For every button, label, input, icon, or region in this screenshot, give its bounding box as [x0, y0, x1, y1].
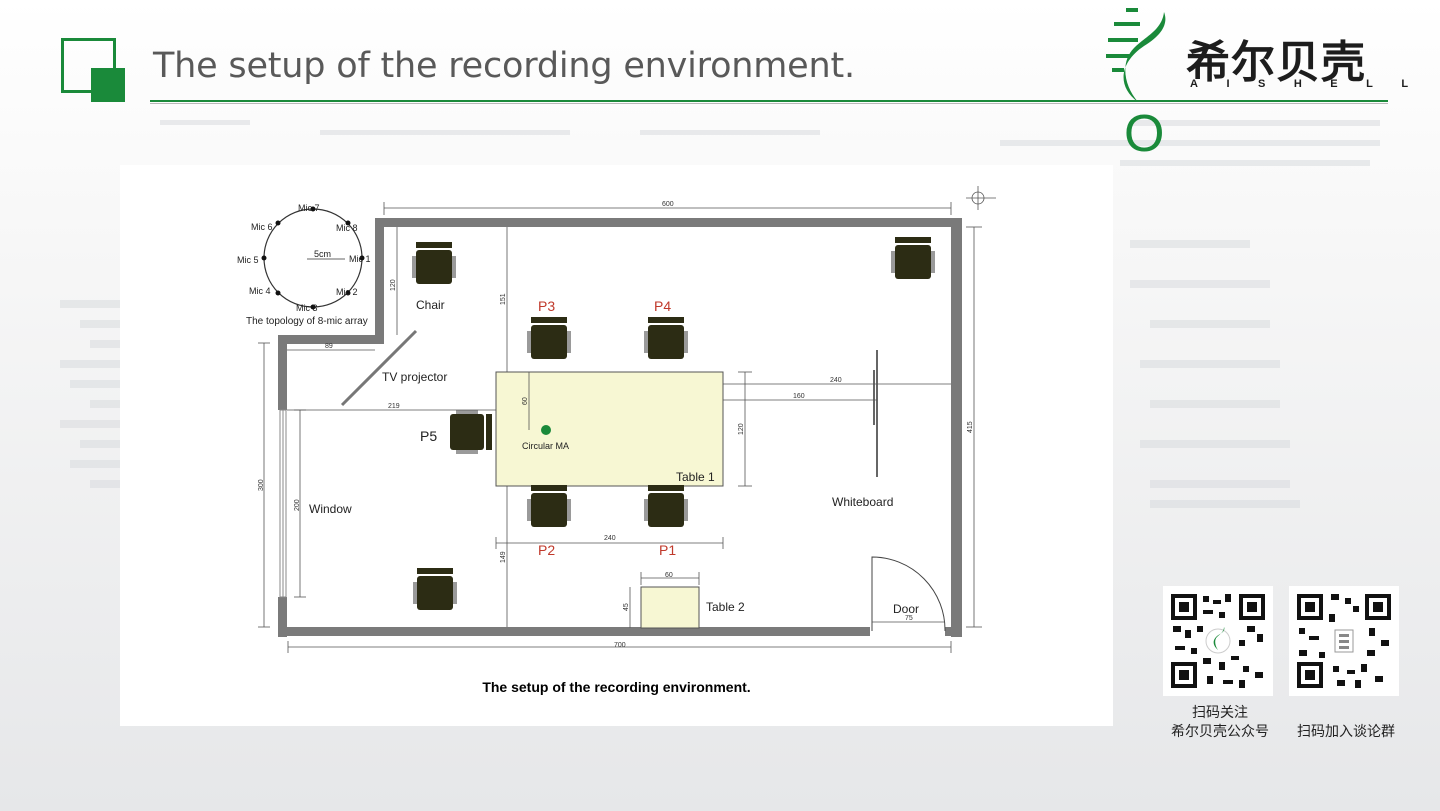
- dim-table-to-whiteboard: 160: [793, 393, 805, 400]
- mic-5-label: Mic 5: [237, 255, 259, 265]
- brand-name-en: AISHELL: [1190, 78, 1437, 90]
- mic-array-topology: Mic 1 Mic 2 Mic 3 Mic 4 Mic 5 Mic 6 Mic …: [237, 203, 371, 327]
- chair-5: [413, 568, 457, 610]
- dim-table-width: 240: [604, 535, 616, 542]
- dim-left-height: 300: [258, 479, 265, 491]
- group-qr-caption: 扫码加入谈论群: [1297, 724, 1395, 740]
- dim-table2-depth: 45: [623, 603, 630, 611]
- dim-top-to-table: 151: [500, 293, 507, 305]
- dim-table-to-wall: 240: [830, 377, 842, 384]
- whiteboard: [873, 350, 878, 477]
- wechat-qr-caption: 扫码关注 希尔贝壳公众号: [1155, 704, 1285, 742]
- mic-7-label: Mic 7: [298, 203, 320, 213]
- title-divider: [150, 100, 1388, 104]
- dim-right-height: 415: [967, 421, 974, 433]
- chair-p1: [644, 485, 688, 527]
- participant-p1-label: P1: [659, 542, 676, 558]
- dim-table-depth: 120: [738, 423, 745, 435]
- door-label: Door: [893, 602, 919, 616]
- mic-3-label: Mic 3: [296, 303, 318, 313]
- dim-window-height: 200: [294, 499, 301, 511]
- chair-p5: [450, 410, 492, 454]
- table-2: [640, 586, 700, 629]
- brand-leaf-icon: [1106, 8, 1166, 102]
- floorplan-diagram: Mic 1 Mic 2 Mic 3 Mic 4 Mic 5 Mic 6 Mic …: [237, 186, 996, 653]
- mic-1-label: Mic 1: [349, 254, 371, 264]
- participant-p5-label: P5: [420, 428, 437, 444]
- tv-projector-label: TV projector: [382, 370, 447, 384]
- wechat-qr-code-icon: [1163, 586, 1273, 696]
- slide-title: The setup of the recording environment.: [153, 46, 855, 86]
- mic-6-label: Mic 6: [251, 222, 273, 232]
- wechat-qr-caption-line1: 扫码关注: [1192, 705, 1248, 721]
- dim-window-to-table: 219: [388, 403, 400, 410]
- mic-radius-label: 5cm: [314, 249, 331, 259]
- table-1: [495, 371, 724, 487]
- floorplan-figure: Mic 1 Mic 2 Mic 3 Mic 4 Mic 5 Mic 6 Mic …: [120, 165, 1113, 726]
- dim-table2-width: 60: [665, 572, 673, 579]
- chair-p3: [527, 317, 571, 359]
- circular-ma-label: Circular MA: [522, 441, 569, 451]
- mic-4-label: Mic 4: [249, 286, 271, 296]
- slide-logo-icon: [61, 38, 125, 102]
- figure-caption: The setup of the recording environment.: [482, 679, 751, 695]
- participant-p4-label: P4: [654, 298, 671, 314]
- whiteboard-label: Whiteboard: [832, 495, 893, 509]
- dim-top-width: 600: [662, 201, 674, 208]
- dim-notch-width: 89: [325, 343, 333, 350]
- chair-1: [412, 242, 456, 284]
- brand-mark: O: [1124, 105, 1165, 163]
- dim-mic-offset: 60: [522, 397, 529, 405]
- circular-mic-array-marker: [541, 425, 551, 435]
- mic-array-caption: The topology of 8-mic array: [246, 316, 368, 327]
- participant-p3-label: P3: [538, 298, 555, 314]
- dim-notch-height: 120: [390, 279, 397, 291]
- window-label: Window: [309, 502, 352, 516]
- dim-door-width: 75: [905, 615, 913, 622]
- participant-p2-label: P2: [538, 542, 555, 558]
- chair-2: [891, 237, 935, 279]
- chair-label: Chair: [416, 298, 445, 312]
- table-1-label: Table 1: [676, 470, 715, 484]
- group-qr-code-icon: [1289, 586, 1399, 696]
- table-2-label: Table 2: [706, 600, 745, 614]
- chair-p4: [644, 317, 688, 359]
- chair-p2: [527, 485, 571, 527]
- mic-2-label: Mic 2: [336, 287, 358, 297]
- window: [279, 409, 287, 598]
- dim-table-to-bottom: 149: [500, 551, 507, 563]
- mic-8-label: Mic 8: [336, 223, 358, 233]
- wechat-qr-caption-line2: 希尔贝壳公众号: [1171, 724, 1269, 740]
- dim-bottom-width: 700: [614, 642, 626, 649]
